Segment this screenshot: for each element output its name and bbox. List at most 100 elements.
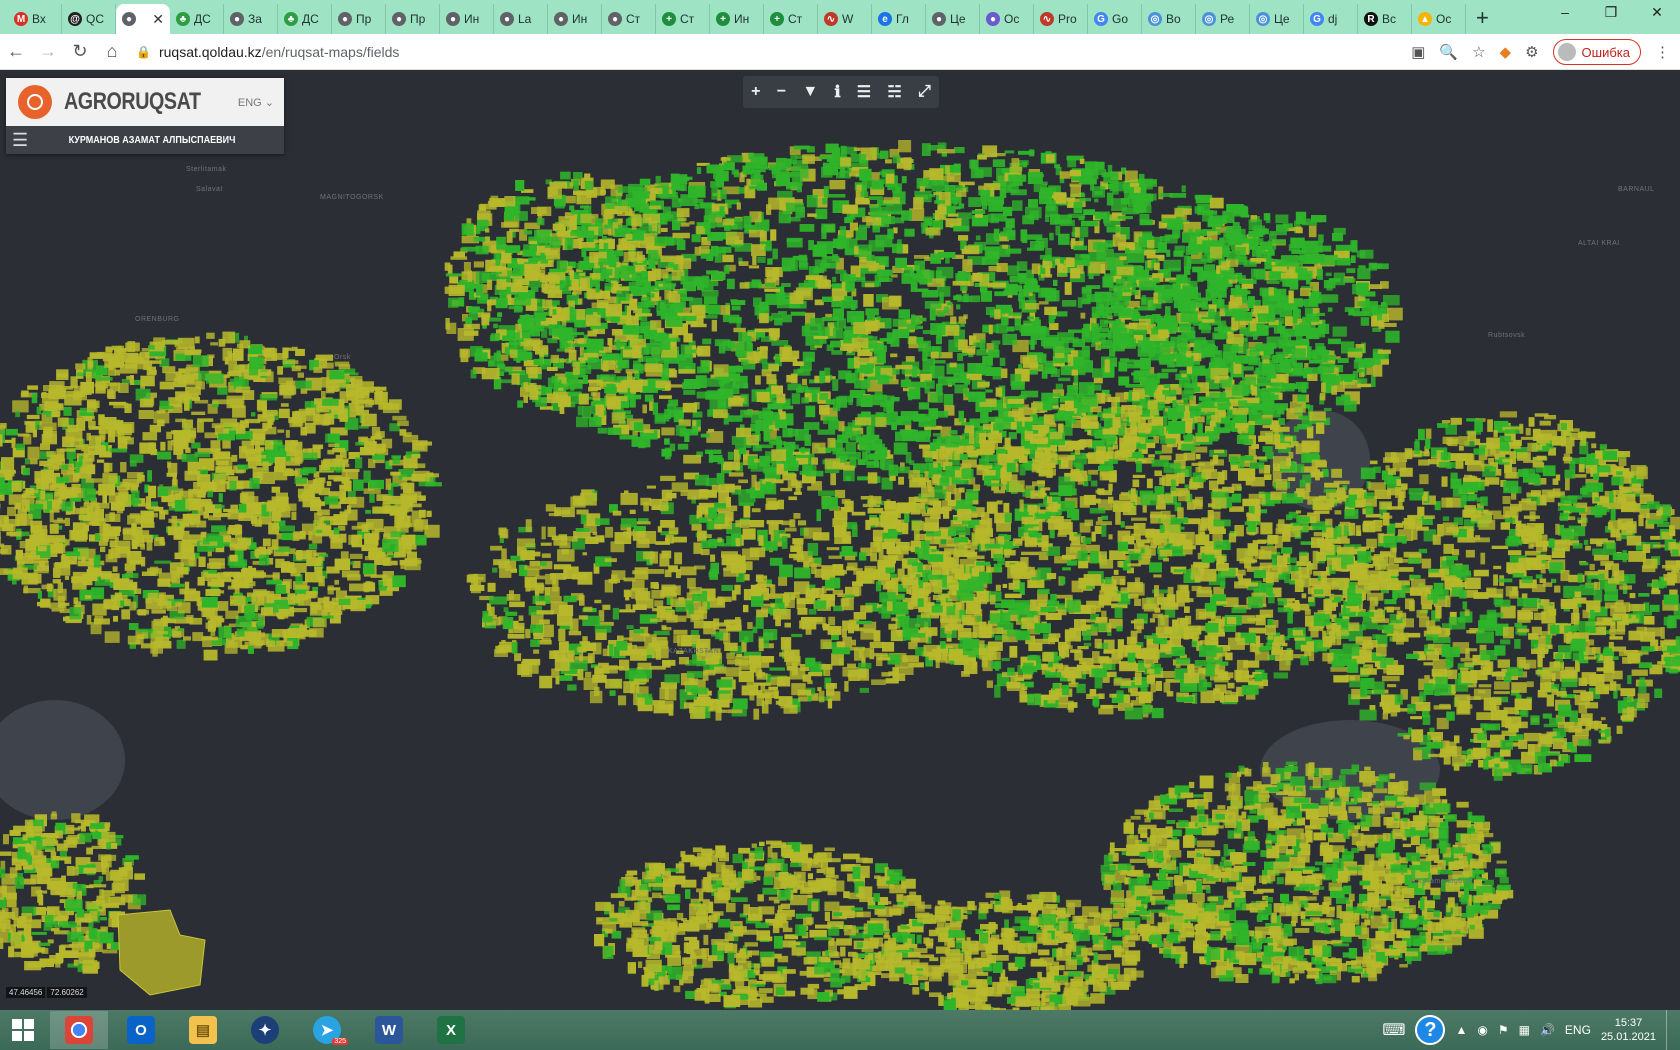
url-field[interactable]: 🔒 ruqsat.qoldau.kz/en/ruqsat-maps/fields — [136, 44, 399, 60]
browser-tab[interactable]: ◎ Во — [1142, 4, 1196, 34]
field-parcel — [490, 333, 500, 341]
field-parcel — [577, 298, 583, 305]
field-parcel — [162, 340, 179, 345]
field-parcel — [127, 341, 136, 352]
field-parcel — [1283, 302, 1288, 311]
field-parcel — [1083, 209, 1095, 215]
browser-tab[interactable]: ◎ Ре — [1196, 4, 1250, 34]
field-parcel — [1135, 193, 1151, 206]
forward-icon[interactable]: → — [32, 41, 64, 62]
browser-tab[interactable]: ● Ос — [980, 4, 1034, 34]
field-parcel — [979, 273, 990, 287]
browser-tab[interactable]: ▲ Ос — [1412, 4, 1466, 34]
new-tab-button[interactable]: + — [1466, 4, 1499, 34]
minimize-icon[interactable]: – — [1542, 0, 1588, 28]
field-parcel — [1305, 327, 1319, 339]
field-parcel — [203, 511, 209, 519]
field-parcel — [1308, 225, 1317, 238]
restore-icon[interactable]: ❐ — [1588, 0, 1634, 28]
browser-tab[interactable]: ♣ ДС — [278, 4, 332, 34]
field-parcel — [741, 359, 749, 365]
browser-tab[interactable]: ● Ин — [440, 4, 494, 34]
browser-tab[interactable]: ● Це — [926, 4, 980, 34]
tab-label: dj — [1328, 12, 1338, 26]
field-parcel — [763, 431, 771, 442]
browser-tab[interactable]: + Ст — [764, 4, 818, 34]
browser-tab[interactable]: ● Пр — [332, 4, 386, 34]
field-parcel — [1106, 192, 1114, 206]
cast-icon[interactable]: ▣ — [1411, 43, 1425, 61]
back-icon[interactable]: ← — [0, 41, 32, 62]
field-parcel — [866, 217, 882, 226]
browser-tab[interactable]: + Ст — [656, 4, 710, 34]
field-parcel — [936, 440, 941, 445]
field-parcel — [956, 304, 961, 310]
extensions-puzzle-icon[interactable]: ⚙ — [1525, 43, 1538, 61]
browser-tab[interactable]: M Вх — [8, 4, 62, 34]
field-parcel — [552, 316, 564, 322]
browser-tab[interactable]: ● La — [494, 4, 548, 34]
field-parcel — [1157, 372, 1169, 379]
reload-icon[interactable]: ↻ — [64, 41, 96, 62]
browser-tab[interactable]: G Go — [1088, 4, 1142, 34]
browser-tab[interactable]: ● Пр — [386, 4, 440, 34]
field-parcel — [478, 204, 486, 211]
browser-tab[interactable]: ∿ W — [818, 4, 872, 34]
field-parcel — [830, 340, 842, 348]
browser-tab[interactable]: R Вс — [1358, 4, 1412, 34]
home-icon[interactable]: ⌂ — [96, 41, 128, 62]
zoom-icon[interactable]: 🔍 — [1439, 43, 1458, 61]
map-canvas[interactable]: MAGNITOGORSK ORENBURG KAZAKHSTAN ALTAI K… — [0, 70, 1680, 1010]
close-window-icon[interactable]: ✕ — [1634, 0, 1680, 28]
browser-tab[interactable]: @ QC — [62, 4, 116, 34]
field-parcel — [77, 548, 96, 561]
bookmark-star-icon[interactable]: ☆ — [1472, 43, 1485, 61]
field-parcel — [771, 449, 787, 462]
field-parcel — [529, 388, 539, 400]
field-parcel — [1306, 313, 1320, 322]
field-parcel — [496, 350, 501, 362]
field-parcel — [1064, 282, 1072, 295]
field-parcel — [1200, 319, 1215, 323]
field-parcel — [1183, 208, 1192, 215]
browser-tab[interactable]: + Ин — [710, 4, 764, 34]
field-parcel — [1055, 258, 1061, 265]
extension-color-icon[interactable]: ◆ — [1500, 43, 1512, 61]
browser-tab[interactable]: ● Ст — [602, 4, 656, 34]
browser-tab[interactable]: ♣ ДС — [170, 4, 224, 34]
field-parcel — [1077, 350, 1090, 363]
field-parcel — [1368, 262, 1377, 271]
field-parcel — [677, 289, 686, 294]
plus-square-icon: + — [770, 12, 784, 26]
field-parcel — [582, 374, 588, 384]
field-parcel — [1270, 371, 1277, 379]
close-tab-icon[interactable]: ✕ — [152, 11, 164, 28]
field-parcel — [359, 405, 364, 410]
field-parcel — [1361, 301, 1378, 313]
field-parcel — [63, 406, 72, 416]
field-parcel — [258, 616, 264, 629]
field-parcel — [571, 343, 589, 347]
menu-dots-icon[interactable]: ⋮ — [1655, 43, 1670, 61]
field-parcel — [845, 441, 856, 454]
browser-tab[interactable]: Gdj — [1304, 4, 1358, 34]
browser-tab[interactable]: ● ✕ — [116, 4, 170, 34]
browser-tab[interactable]: e Гл — [872, 4, 926, 34]
browser-tab[interactable]: ◎ Це — [1250, 4, 1304, 34]
browser-tab[interactable]: ● Ин — [548, 4, 602, 34]
field-parcel — [605, 303, 622, 317]
field-parcel — [641, 284, 651, 296]
browser-tab[interactable]: ● За — [224, 4, 278, 34]
field-parcel — [1008, 174, 1027, 182]
field-parcel — [677, 443, 689, 450]
profile-button[interactable]: Ошибка — [1552, 39, 1641, 65]
field-parcel — [1226, 226, 1242, 239]
field-parcel — [768, 364, 779, 372]
field-parcel — [1289, 279, 1299, 290]
browser-tab[interactable]: ∿ Pro — [1034, 4, 1088, 34]
field-parcel — [934, 200, 946, 204]
field-parcel — [765, 293, 782, 306]
lock-icon[interactable]: 🔒 — [136, 45, 151, 59]
field-parcel — [634, 373, 640, 380]
field-parcel — [829, 180, 846, 190]
